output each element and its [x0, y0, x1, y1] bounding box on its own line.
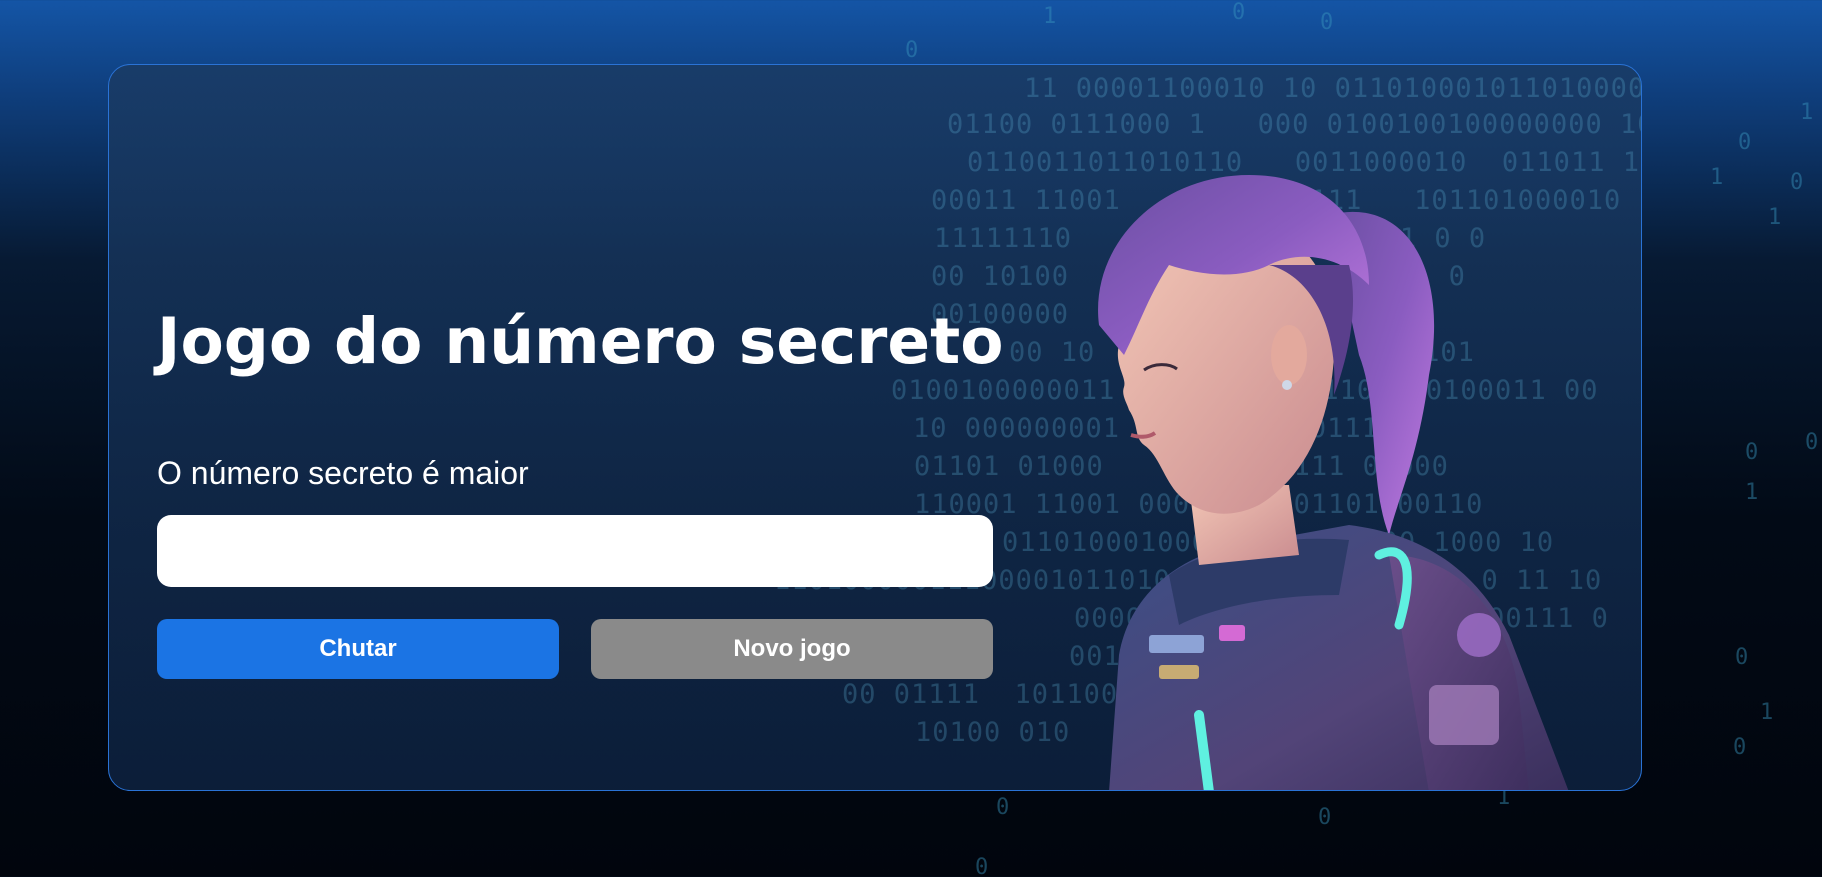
page-title: Jogo do número secreto [157, 305, 1004, 378]
binary-digit: 1 [1043, 4, 1057, 29]
binary-digit: 1 [1710, 165, 1724, 190]
binary-digit: 1 [1760, 700, 1774, 725]
binary-digit: 0 [1735, 645, 1749, 670]
binary-digit: 0 [1232, 0, 1246, 25]
binary-digit: 0 [1738, 130, 1752, 155]
guess-input[interactable] [157, 515, 993, 587]
binary-digit: 0 [1745, 440, 1759, 465]
binary-digit: 0 [1318, 805, 1332, 830]
binary-digit: 0 [996, 795, 1010, 820]
binary-digit: 1 [1745, 480, 1759, 505]
guess-button[interactable]: Chutar [157, 619, 559, 679]
binary-digit: 0 [1733, 735, 1747, 760]
binary-digit: 0 [975, 855, 989, 877]
binary-line: 01100 0111000 1 000 0100100100000000 10 [947, 109, 1642, 140]
binary-digit: 1 [1768, 205, 1782, 230]
hint-message: O número secreto é maior [157, 455, 529, 491]
binary-digit: 0 [1790, 170, 1804, 195]
new-game-button[interactable]: Novo jogo [591, 619, 993, 679]
binary-line: 11 00001100010 10 0110100010110100001 [1024, 73, 1642, 104]
binary-digit: 1 [1800, 100, 1814, 125]
game-card: 11 00001100010 10 0110100010110100001 01… [108, 64, 1642, 791]
binary-digit: 0 [905, 38, 919, 63]
binary-digit: 0 [1805, 430, 1819, 455]
binary-digit: 0 [1320, 10, 1334, 35]
astronaut-girl-illustration [1098, 175, 1569, 790]
